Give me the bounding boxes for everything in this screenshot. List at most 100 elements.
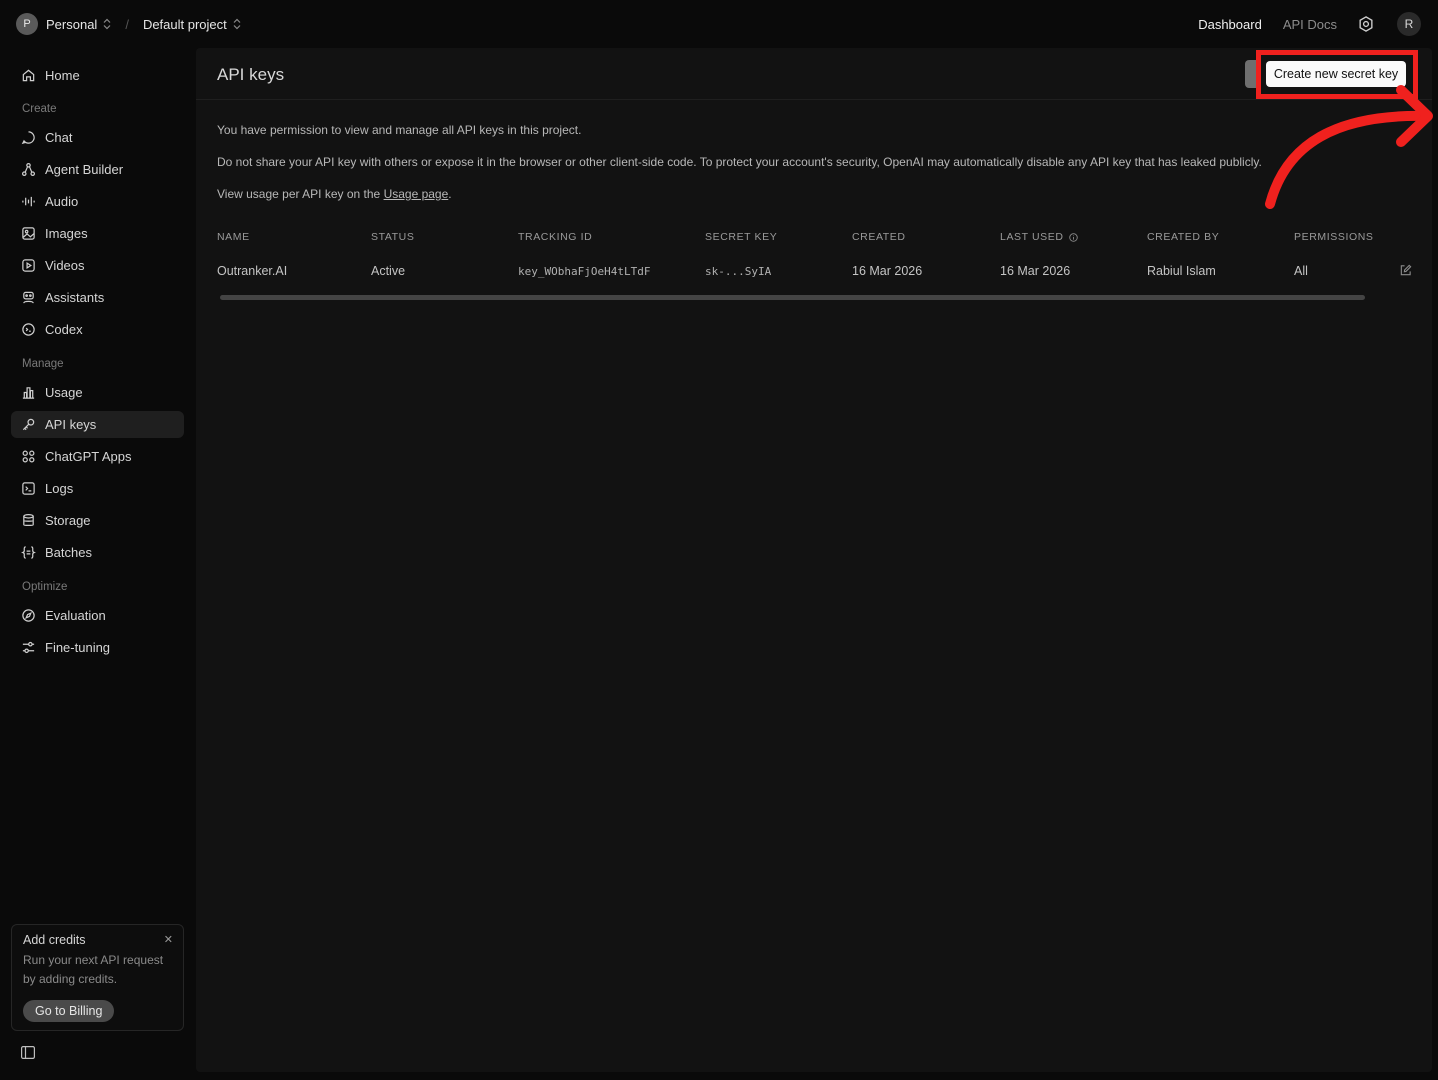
logs-terminal-icon xyxy=(22,482,35,495)
cell-secret-key: sk-...SyIA xyxy=(705,265,772,278)
sidebar-item-label: Fine-tuning xyxy=(45,640,111,655)
cell-created-by: Rabiul Islam xyxy=(1147,264,1216,278)
codex-terminal-icon xyxy=(22,323,35,336)
section-label-optimize: Optimize xyxy=(22,581,68,593)
nav-dashboard[interactable]: Dashboard xyxy=(1198,17,1262,32)
sidebar-toggle-icon[interactable] xyxy=(21,1046,35,1059)
cell-name: Outranker.AI xyxy=(217,264,288,278)
sidebar-item-assistants[interactable]: Assistants xyxy=(11,284,184,311)
assistant-robot-icon xyxy=(23,291,34,304)
sidebar-item-agent-builder[interactable]: Agent Builder xyxy=(11,156,184,183)
column-header-tracking-id: TRACKING ID xyxy=(518,231,593,243)
home-icon xyxy=(22,69,35,82)
section-label-create: Create xyxy=(22,103,57,115)
sidebar-item-chatgpt-apps[interactable]: ChatGPT Apps xyxy=(11,443,184,470)
column-header-created: CREATED xyxy=(852,231,906,243)
sidebar-item-chat[interactable]: Chat xyxy=(11,124,184,151)
evaluation-compass-icon xyxy=(22,609,35,622)
sidebar-item-label: ChatGPT Apps xyxy=(45,449,132,464)
sidebar-item-label: Usage xyxy=(45,385,83,400)
sidebar-item-batches[interactable]: Batches xyxy=(11,539,184,566)
column-header-last-used: LAST USED xyxy=(1000,231,1064,243)
sidebar-item-label: Assistants xyxy=(45,290,105,305)
cell-created: 16 Mar 2026 xyxy=(852,264,923,278)
cell-status: Active xyxy=(371,264,406,278)
go-to-billing-button[interactable]: Go to Billing xyxy=(23,1000,115,1022)
org-switcher[interactable]: P Personal / Default project xyxy=(16,13,241,35)
annotation-arrow-icon xyxy=(1265,85,1433,209)
chevron-updown-icon xyxy=(103,18,111,30)
cell-tracking-id: key_WObhaFjOeH4tLTdF xyxy=(518,265,651,278)
page-title: API keys xyxy=(217,65,285,84)
sidebar-item-label: Chat xyxy=(45,130,73,145)
project-switcher[interactable]: Default project xyxy=(143,17,227,32)
sidebar-item-api-keys[interactable]: API keys xyxy=(11,411,184,438)
highlight-box xyxy=(1256,50,1418,99)
video-play-icon xyxy=(22,259,35,272)
image-icon xyxy=(22,227,35,240)
org-name: Personal xyxy=(46,16,98,32)
audio-waveform-icon xyxy=(22,196,35,207)
sidebar-item-logs[interactable]: Logs xyxy=(11,475,184,502)
info-icon[interactable] xyxy=(1068,232,1078,242)
column-header-permissions: PERMISSIONS xyxy=(1294,231,1374,243)
column-header-name: NAME xyxy=(217,231,250,243)
info-usage-prefix: View usage per API key on the xyxy=(217,187,384,201)
sidebar-item-label: Evaluation xyxy=(45,608,106,623)
nav-api-docs[interactable]: API Docs xyxy=(1283,17,1337,32)
sidebar-item-label: Storage xyxy=(45,513,91,528)
bar-chart-icon xyxy=(22,387,35,399)
sidebar-item-audio[interactable]: Audio xyxy=(11,188,184,215)
edit-icon[interactable] xyxy=(1399,264,1412,277)
sliders-icon xyxy=(22,641,35,654)
chat-bubble-icon xyxy=(21,131,35,145)
column-header-secret-key: SECRET KEY xyxy=(705,231,778,243)
chevron-updown-icon xyxy=(233,18,241,30)
sidebar-item-label: Codex xyxy=(45,322,83,337)
cell-last-used: 16 Mar 2026 xyxy=(1000,264,1071,278)
sidebar: Home Create Chat Agent Builder Audio Ima… xyxy=(0,48,196,1080)
cell-permissions: All xyxy=(1294,264,1308,278)
column-header-status: STATUS xyxy=(371,231,415,243)
column-header-created-by: CREATED BY xyxy=(1147,231,1220,243)
close-icon[interactable]: ✕ xyxy=(164,933,173,946)
agent-builder-icon xyxy=(21,162,36,177)
sidebar-item-home[interactable]: Home xyxy=(11,62,184,89)
credits-title: Add credits xyxy=(23,933,86,947)
credits-description: Run your next API request by adding cred… xyxy=(23,953,164,986)
info-permission-text: You have permission to view and manage a… xyxy=(217,123,582,137)
info-security-text: Do not share your API key with others or… xyxy=(217,155,1262,169)
database-icon xyxy=(23,513,34,527)
sidebar-item-label: Audio xyxy=(45,194,79,209)
breadcrumb-separator: / xyxy=(125,16,129,32)
divider xyxy=(196,99,1432,100)
sidebar-item-storage[interactable]: Storage xyxy=(11,507,184,534)
sidebar-item-codex[interactable]: Codex xyxy=(11,316,184,343)
sidebar-item-label: API keys xyxy=(45,417,97,432)
key-icon xyxy=(22,418,35,431)
section-label-manage: Manage xyxy=(22,358,64,370)
sidebar-item-label: Images xyxy=(45,226,88,241)
sidebar-item-evaluation[interactable]: Evaluation xyxy=(11,602,184,629)
sidebar-item-images[interactable]: Images xyxy=(11,220,184,247)
sidebar-item-label: Home xyxy=(45,68,80,83)
user-avatar[interactable]: R xyxy=(1397,12,1421,36)
sidebar-item-label: Batches xyxy=(45,545,92,560)
horizontal-scrollbar[interactable] xyxy=(220,295,1365,300)
sidebar-item-label: Agent Builder xyxy=(45,162,124,177)
sidebar-item-label: Videos xyxy=(45,258,85,273)
sidebar-item-label: Logs xyxy=(45,481,74,496)
gear-icon[interactable] xyxy=(1357,15,1375,33)
add-credits-card: Add credits ✕ Run your next API request … xyxy=(11,924,184,1031)
sidebar-item-fine-tuning[interactable]: Fine-tuning xyxy=(11,634,184,661)
sidebar-item-videos[interactable]: Videos xyxy=(11,252,184,279)
batches-braces-icon xyxy=(21,546,36,559)
apps-grid-icon xyxy=(22,450,35,463)
column-header-last-used-group: LAST USED xyxy=(1000,231,1078,243)
info-usage-text: View usage per API key on the Usage page… xyxy=(217,187,452,201)
sidebar-item-usage[interactable]: Usage xyxy=(11,379,184,406)
info-usage-suffix: . xyxy=(448,187,452,201)
top-bar: P Personal / Default project Dashboard A… xyxy=(0,0,1438,48)
main-panel: API keys Create new secret key You have … xyxy=(196,48,1433,1072)
usage-page-link[interactable]: Usage page xyxy=(384,187,449,201)
